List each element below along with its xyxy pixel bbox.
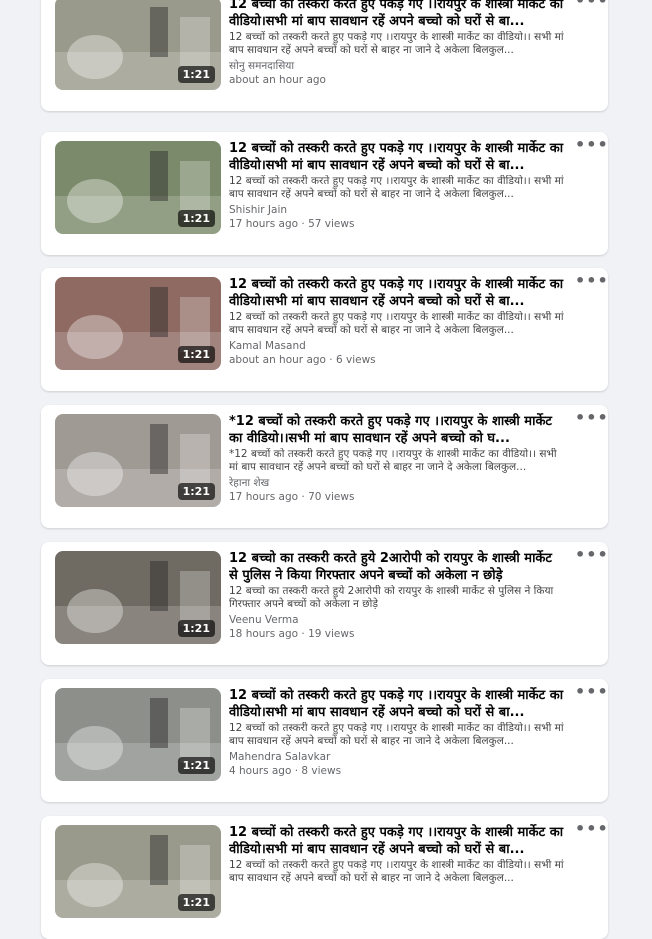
video-thumbnail[interactable]: 1:21 [55,0,221,90]
video-meta: about an hour ago · 6 views [229,354,376,366]
video-info: 12 बच्चों को तस्करी करते हुए पकड़े गए ।।… [229,687,565,778]
more-horizontal-icon[interactable]: ••• [575,0,608,12]
video-thumbnail[interactable]: 1:21 [55,414,221,507]
video-result-card[interactable]: 1:21 12 बच्चो का तस्करी करते हुये 2आरोपी… [41,542,608,665]
video-thumbnail[interactable]: 1:21 [55,277,221,370]
more-horizontal-icon[interactable]: ••• [575,684,608,703]
video-author[interactable]: Mahendra Salavkar [229,750,565,764]
video-title[interactable]: 12 बच्चों को तस्करी करते हुए पकड़े गए ।।… [229,140,565,174]
video-thumbnail[interactable]: 1:21 [55,825,221,918]
video-duration: 1:21 [177,620,215,637]
video-description: 12 बच्चों को तस्करी करते हुए पकड़े गए ।।… [229,722,564,747]
video-meta: 17 hours ago · 70 views [229,491,355,503]
video-info: 12 बच्चों को तस्करी करते हुए पकड़े गए ।।… [229,140,565,231]
video-info: 12 बच्चो का तस्करी करते हुये 2आरोपी को र… [229,550,565,641]
video-author[interactable]: सोनु समनदासिया [229,59,565,73]
video-title[interactable]: *12 बच्चों को तस्करी करते हुए पकड़े गए ।… [229,413,565,447]
video-thumbnail[interactable]: 1:21 [55,551,221,644]
video-thumbnail[interactable]: 1:21 [55,688,221,781]
video-result-card[interactable]: 1:21 12 बच्चों को तस्करी करते हुए पकड़े … [41,679,608,802]
video-meta: 18 hours ago · 19 views [229,628,355,640]
video-description: 12 बच्चों को तस्करी करते हुए पकड़े गए ।।… [229,175,564,200]
video-title[interactable]: 12 बच्चों को तस्करी करते हुए पकड़े गए ।।… [229,0,565,30]
video-thumbnail[interactable]: 1:21 [55,141,221,234]
video-info: 12 बच्चों को तस्करी करते हुए पकड़े गए ।।… [229,276,565,367]
video-duration: 1:21 [177,757,215,774]
video-duration: 1:21 [177,210,215,227]
video-meta: 4 hours ago · 8 views [229,765,342,777]
video-result-card[interactable]: 1:21 12 बच्चों को तस्करी करते हुए पकड़े … [41,816,608,939]
video-info: 12 बच्चों को तस्करी करते हुए पकड़े गए ।।… [229,0,565,87]
more-horizontal-icon[interactable]: ••• [575,410,608,429]
more-horizontal-icon[interactable]: ••• [575,137,608,156]
video-description: 12 बच्चों को तस्करी करते हुए पकड़े गए ।।… [229,31,564,56]
video-description: *12 बच्चों को तस्करी करते हुए पकड़े गए ।… [229,448,557,473]
video-description: 12 बच्चों को तस्करी करते हुए पकड़े गए ।।… [229,859,564,884]
video-duration: 1:21 [177,894,215,911]
video-author[interactable]: रेहाना शेख [229,476,565,490]
video-duration: 1:21 [177,346,215,363]
video-title[interactable]: 12 बच्चों को तस्करी करते हुए पकड़े गए ।।… [229,824,565,858]
video-author[interactable]: Shishir Jain [229,203,565,217]
video-meta: about an hour ago [229,74,326,86]
more-horizontal-icon[interactable]: ••• [575,547,608,566]
video-description: 12 बच्चों को तस्करी करते हुए पकड़े गए ।।… [229,311,564,336]
more-horizontal-icon[interactable]: ••• [575,273,608,292]
video-duration: 1:21 [177,66,215,83]
video-title[interactable]: 12 बच्चों को तस्करी करते हुए पकड़े गए ।।… [229,276,565,310]
video-result-card[interactable]: 1:21 12 बच्चों को तस्करी करते हुए पकड़े … [41,132,608,255]
video-author[interactable]: Kamal Masand [229,339,565,353]
video-result-card[interactable]: 1:21 12 बच्चों को तस्करी करते हुए पकड़े … [41,0,608,111]
video-info: 12 बच्चों को तस्करी करते हुए पकड़े गए ।।… [229,824,565,887]
video-info: *12 बच्चों को तस्करी करते हुए पकड़े गए ।… [229,413,565,504]
more-horizontal-icon[interactable]: ••• [575,821,608,840]
video-title[interactable]: 12 बच्चो का तस्करी करते हुये 2आरोपी को र… [229,550,565,584]
video-duration: 1:21 [177,483,215,500]
video-author[interactable]: Veenu Verma [229,613,565,627]
video-meta: 17 hours ago · 57 views [229,218,355,230]
video-description: 12 बच्चो का तस्करी करते हुये 2आरोपी को र… [229,585,554,610]
video-title[interactable]: 12 बच्चों को तस्करी करते हुए पकड़े गए ।।… [229,687,565,721]
video-result-card[interactable]: 1:21 *12 बच्चों को तस्करी करते हुए पकड़े… [41,405,608,528]
video-result-card[interactable]: 1:21 12 बच्चों को तस्करी करते हुए पकड़े … [41,268,608,391]
